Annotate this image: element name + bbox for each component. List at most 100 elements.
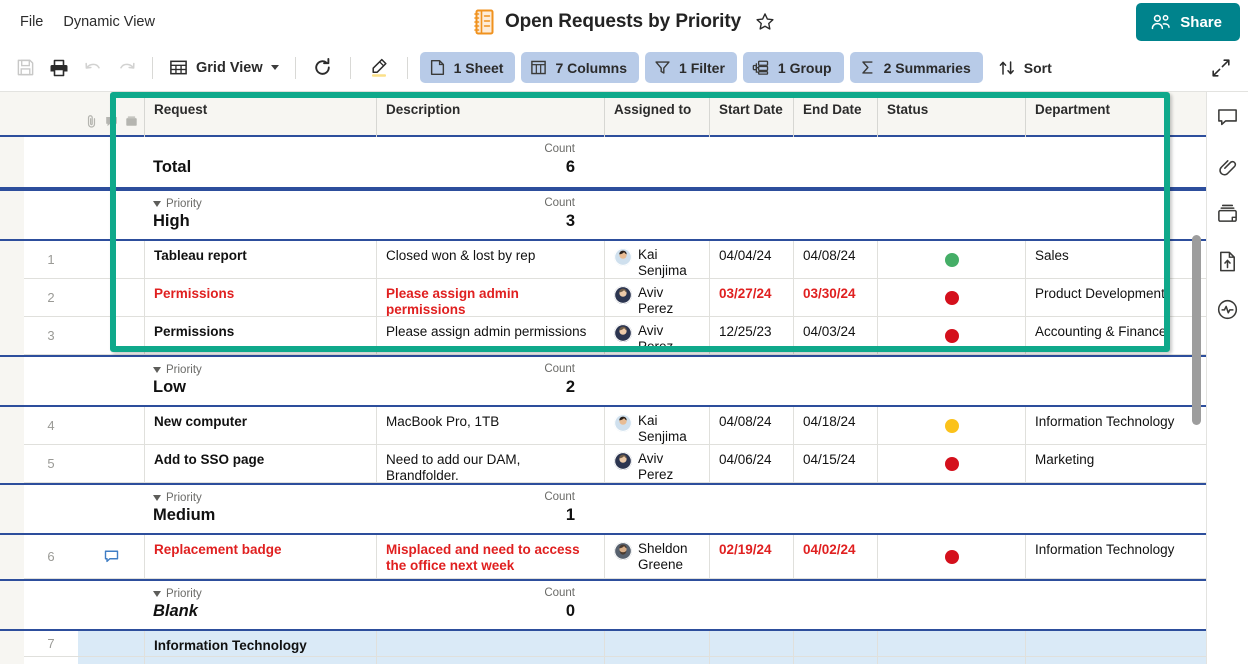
- cell-description[interactable]: [376, 657, 604, 664]
- cell-status[interactable]: [877, 535, 1025, 579]
- save-icon[interactable]: [8, 51, 42, 85]
- cell-department[interactable]: Product Development: [1025, 279, 1206, 317]
- table-row[interactable]: 4 New computer MacBook Pro, 1TB Kai Senjima…: [0, 407, 1206, 445]
- cell-request[interactable]: Add to SSO page: [144, 445, 376, 483]
- comment-icon[interactable]: [1215, 104, 1241, 130]
- row-flags[interactable]: [78, 279, 144, 317]
- cell-start-date[interactable]: 12/25/23: [709, 317, 793, 355]
- collapse-triangle-icon[interactable]: [153, 201, 161, 207]
- row-number[interactable]: 2: [24, 279, 78, 317]
- cell-status[interactable]: [877, 631, 1025, 657]
- cell-end-date[interactable]: 04/15/24: [793, 445, 877, 483]
- row-flags[interactable]: [78, 657, 144, 664]
- cell-end-date[interactable]: 04/03/24: [793, 317, 877, 355]
- cell-description[interactable]: Closed won & lost by rep: [376, 241, 604, 279]
- cell-end-date[interactable]: 04/02/24: [793, 535, 877, 579]
- group-header-medium[interactable]: Priority Medium Count 1: [0, 483, 1206, 535]
- cell-status[interactable]: [877, 317, 1025, 355]
- column-header-description[interactable]: Description: [376, 92, 604, 137]
- cell-description[interactable]: Need to add our DAM, Brandfolder.: [376, 445, 604, 483]
- attachment-icon[interactable]: [1215, 152, 1241, 178]
- cell-department[interactable]: Sales: [1025, 241, 1206, 279]
- collapse-triangle-icon[interactable]: [153, 495, 161, 501]
- chip-summaries[interactable]: 2 Summaries: [849, 52, 983, 83]
- cell-description[interactable]: MacBook Pro, 1TB: [376, 407, 604, 445]
- cell-start-date[interactable]: [709, 657, 793, 664]
- cell-request[interactable]: New computer: [144, 407, 376, 445]
- cell-department[interactable]: Information Technology: [1025, 407, 1206, 445]
- vertical-scrollbar[interactable]: [1192, 235, 1201, 425]
- cell-end-date[interactable]: 04/18/24: [793, 407, 877, 445]
- group-header-high[interactable]: Priority High Count 3: [0, 189, 1206, 241]
- cell-assigned-to[interactable]: Kai Senjima: [604, 407, 709, 445]
- row-number[interactable]: 8: [24, 657, 78, 664]
- column-header-assigned-to[interactable]: Assigned to: [604, 92, 709, 137]
- row-flags[interactable]: [78, 407, 144, 445]
- print-icon[interactable]: [42, 51, 76, 85]
- table-row[interactable]: 1 Tableau report Closed won & lost by rep K…: [0, 241, 1206, 279]
- cell-start-date[interactable]: 02/19/24: [709, 535, 793, 579]
- cell-request[interactable]: Permissions: [144, 317, 376, 355]
- column-header-department[interactable]: Department: [1025, 92, 1206, 137]
- cell-status[interactable]: [877, 445, 1025, 483]
- chip-sheet[interactable]: 1 Sheet: [419, 52, 516, 83]
- redo-icon[interactable]: [110, 51, 144, 85]
- activity-icon[interactable]: [1215, 296, 1241, 322]
- cell-description[interactable]: Please assign admin permissions: [376, 317, 604, 355]
- collapse-triangle-icon[interactable]: [153, 367, 161, 373]
- star-icon[interactable]: [754, 11, 776, 33]
- cell-status[interactable]: [877, 657, 1025, 664]
- table-row[interactable]: 8 Marketing: [0, 657, 1206, 664]
- cell-start-date[interactable]: 04/04/24: [709, 241, 793, 279]
- comment-icon[interactable]: [105, 115, 118, 128]
- row-number[interactable]: 3: [24, 317, 78, 355]
- row-flags[interactable]: [78, 241, 144, 279]
- row-number[interactable]: 1: [24, 241, 78, 279]
- cell-request[interactable]: Information Technology: [144, 631, 376, 657]
- share-button[interactable]: Share: [1136, 3, 1240, 41]
- chip-filter[interactable]: 1 Filter: [645, 52, 737, 83]
- table-row[interactable]: 3 Permissions Please assign admin permissi…: [0, 317, 1206, 355]
- column-header-request[interactable]: Request: [144, 92, 376, 137]
- column-header-start-date[interactable]: Start Date: [709, 92, 793, 137]
- cell-end-date[interactable]: 04/08/24: [793, 241, 877, 279]
- cell-department[interactable]: [1025, 657, 1206, 664]
- cell-assigned-to[interactable]: Aviv Perez: [604, 445, 709, 483]
- cell-description[interactable]: Misplaced and need to access the office …: [376, 535, 604, 579]
- cell-assigned-to[interactable]: Aviv Perez: [604, 317, 709, 355]
- row-number[interactable]: 7: [24, 631, 78, 657]
- table-row[interactable]: 6 Replacement badge Misplaced and need to …: [0, 535, 1206, 579]
- highlighter-icon[interactable]: [359, 51, 399, 85]
- column-header-end-date[interactable]: End Date: [793, 92, 877, 137]
- attachment-icon[interactable]: [85, 114, 98, 128]
- menu-dynamic-view[interactable]: Dynamic View: [53, 0, 165, 44]
- cell-end-date[interactable]: 03/30/24: [793, 279, 877, 317]
- cell-request[interactable]: Marketing: [144, 657, 376, 664]
- row-flags[interactable]: [78, 445, 144, 483]
- group-header-low[interactable]: Priority Low Count 2: [0, 355, 1206, 407]
- chip-sort[interactable]: Sort: [989, 52, 1064, 83]
- proof-icon[interactable]: [1215, 200, 1241, 226]
- cell-description[interactable]: [376, 631, 604, 657]
- cell-assigned-to[interactable]: Aviv Perez: [604, 279, 709, 317]
- cell-end-date[interactable]: [793, 631, 877, 657]
- chip-group[interactable]: 1 Group: [742, 52, 844, 83]
- cell-request[interactable]: Permissions: [144, 279, 376, 317]
- cell-department[interactable]: [1025, 631, 1206, 657]
- row-number[interactable]: 6: [24, 535, 78, 579]
- cell-start-date[interactable]: 04/08/24: [709, 407, 793, 445]
- cell-start-date[interactable]: [709, 631, 793, 657]
- cell-assigned-to[interactable]: [604, 631, 709, 657]
- row-number[interactable]: 4: [24, 407, 78, 445]
- cell-department[interactable]: Information Technology: [1025, 535, 1206, 579]
- menu-file[interactable]: File: [10, 0, 53, 44]
- cell-start-date[interactable]: 04/06/24: [709, 445, 793, 483]
- undo-icon[interactable]: [76, 51, 110, 85]
- table-row[interactable]: 2 Permissions Please assign admin permissi…: [0, 279, 1206, 317]
- table-row[interactable]: 5 Add to SSO page Need to add our DAM, Bra…: [0, 445, 1206, 483]
- cell-request[interactable]: Replacement badge: [144, 535, 376, 579]
- cell-assigned-to[interactable]: Sheldon Greene: [604, 535, 709, 579]
- collapse-triangle-icon[interactable]: [153, 591, 161, 597]
- cell-assigned-to[interactable]: Kai Senjima: [604, 241, 709, 279]
- table-row[interactable]: 7 Information Technology: [0, 631, 1206, 657]
